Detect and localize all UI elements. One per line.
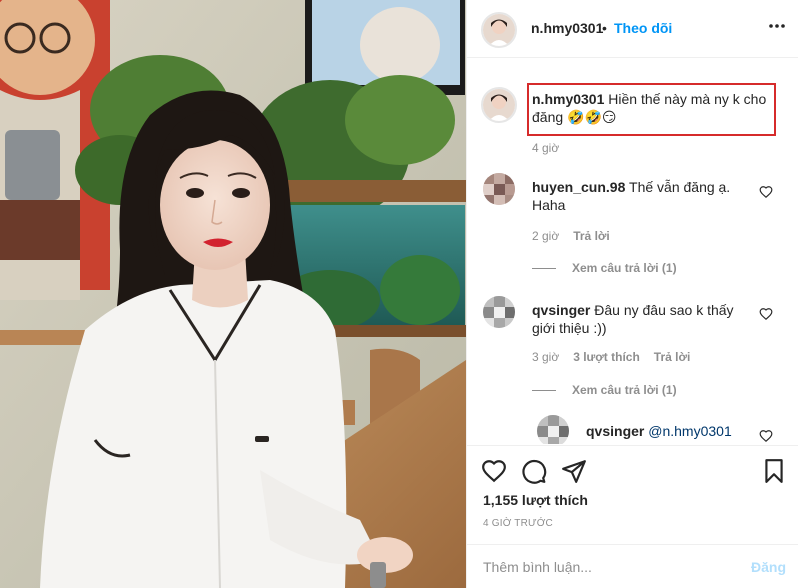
comment-meta: 2 giờ Trả lời (532, 229, 624, 243)
replies-line (532, 390, 556, 392)
caption-avatar[interactable] (481, 87, 517, 123)
comment-likes-count[interactable]: 3 lượt thích (573, 350, 640, 364)
replies-line (532, 268, 556, 270)
post-photo[interactable] (0, 0, 466, 588)
avatar-image (483, 14, 515, 46)
comment-input[interactable]: Thêm bình luận... (483, 559, 733, 575)
post-header: n.hmy0301 • Theo dõi (467, 0, 798, 58)
caption: n.hmy0301 Hiền thế này mà ny k cho đăng … (532, 90, 777, 126)
caption-time[interactable]: 4 giờ (532, 141, 559, 155)
follow-button[interactable]: Theo dõi (614, 20, 672, 36)
post-timestamp[interactable]: 4 GIỜ TRƯỚC (483, 518, 553, 529)
view-replies-label: Xem câu trả lời (1) (572, 383, 677, 397)
avatar-image (483, 89, 515, 121)
reply-button[interactable]: Trả lời (654, 350, 691, 364)
separator-dot: • (602, 20, 607, 36)
post-image (0, 0, 466, 588)
caption-username[interactable]: n.hmy0301 (532, 91, 604, 107)
reply-avatar[interactable] (537, 415, 569, 444)
heart-icon[interactable] (481, 458, 507, 484)
comment: huyen_cun.98 Thế vẫn đăng ạ. Haha (532, 178, 750, 214)
bookmark-icon[interactable] (761, 458, 787, 484)
comment-like-heart-icon[interactable] (759, 307, 773, 321)
comment-meta: 3 giờ 3 lượt thích Trả lời (532, 350, 704, 364)
likes-count[interactable]: 1,155 lượt thích (483, 492, 588, 508)
comment-avatar[interactable] (483, 296, 515, 328)
comment-avatar[interactable] (483, 173, 515, 205)
reply-button[interactable]: Trả lời (573, 229, 610, 243)
reply-username[interactable]: qvsinger (586, 423, 644, 439)
comment-username[interactable]: qvsinger (532, 302, 590, 318)
author-avatar[interactable] (481, 12, 517, 48)
pixelated-avatar-image (537, 415, 569, 444)
comment-like-heart-icon[interactable] (759, 429, 773, 443)
more-options-icon[interactable] (767, 16, 787, 36)
comment-time[interactable]: 2 giờ (532, 229, 559, 243)
view-replies-button[interactable]: Xem câu trả lời (1) (532, 383, 677, 397)
comment-time[interactable]: 3 giờ (532, 350, 559, 364)
reply-mention-link[interactable]: @n.hmy0301 (648, 423, 731, 439)
add-comment-bar: Thêm bình luận... Đăng (467, 544, 798, 588)
comment-icon[interactable] (521, 458, 547, 484)
post-actions: 1,155 lượt thích 4 GIỜ TRƯỚC (467, 445, 798, 543)
post-comment-button[interactable]: Đăng (751, 559, 786, 575)
post-details-panel: n.hmy0301 • Theo dõi n.hmy0301 Hiền thế … (466, 0, 798, 588)
comment-like-heart-icon[interactable] (759, 185, 773, 199)
comment-username[interactable]: huyen_cun.98 (532, 179, 625, 195)
view-replies-label: Xem câu trả lời (1) (572, 261, 677, 275)
pixelated-avatar-image (483, 296, 515, 328)
author-username[interactable]: n.hmy0301 (531, 20, 603, 36)
pixelated-avatar-image (483, 173, 515, 205)
comments-list[interactable]: n.hmy0301 Hiền thế này mà ny k cho đăng … (467, 59, 798, 444)
view-replies-button[interactable]: Xem câu trả lời (1) (532, 261, 677, 275)
comment: qvsinger Đâu ny đâu sao k thấy giới thiệ… (532, 301, 750, 337)
reply-comment: qvsinger @n.hmy0301 (586, 422, 756, 440)
send-icon[interactable] (561, 458, 587, 484)
